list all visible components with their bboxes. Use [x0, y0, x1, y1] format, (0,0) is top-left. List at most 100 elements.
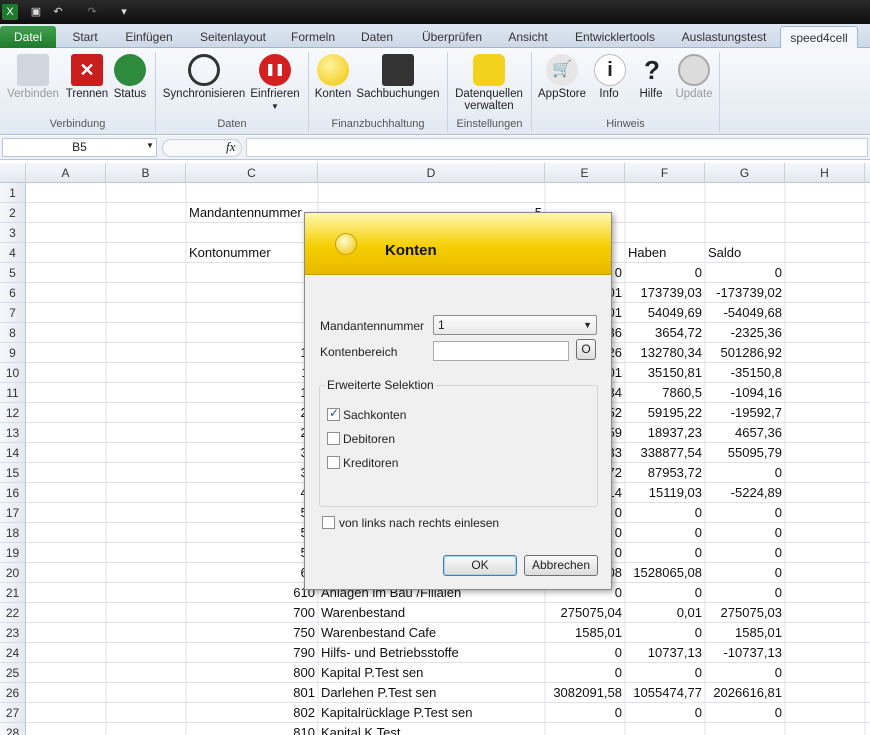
- cell-f-haben[interactable]: 132780,34: [625, 343, 705, 363]
- row-header[interactable]: 11: [0, 383, 26, 403]
- row-header[interactable]: 22: [0, 603, 26, 623]
- row-header[interactable]: 13: [0, 423, 26, 443]
- col-header-g[interactable]: G: [705, 163, 785, 183]
- row-header[interactable]: 1: [0, 183, 26, 203]
- cancel-button[interactable]: Abbrechen: [524, 555, 598, 576]
- tab-speed4cell[interactable]: speed4cell: [780, 26, 858, 49]
- row-header[interactable]: 9: [0, 343, 26, 363]
- info-button[interactable]: i Info: [594, 50, 626, 116]
- cell-f-haben[interactable]: 338877,54: [625, 443, 705, 463]
- cell-e-soll[interactable]: 1585,01: [545, 623, 625, 643]
- row-header[interactable]: 17: [0, 503, 26, 523]
- synchronisieren-button[interactable]: Synchronisieren: [162, 50, 246, 116]
- cell-c2[interactable]: Mandantennummer: [186, 203, 316, 223]
- row-header[interactable]: 7: [0, 303, 26, 323]
- select-all-corner[interactable]: [0, 163, 26, 183]
- fx-icon[interactable]: fx: [226, 139, 235, 155]
- cell-d-bezeichnung[interactable]: Darlehen P.Test sen: [318, 683, 545, 703]
- namebox-dropdown-icon[interactable]: ▼: [146, 141, 154, 150]
- links-rechts-checkbox[interactable]: [322, 516, 335, 529]
- row-header[interactable]: 14: [0, 443, 26, 463]
- row-header[interactable]: 23: [0, 623, 26, 643]
- cell-c-kontonummer[interactable]: 750: [186, 623, 318, 643]
- trennen-button[interactable]: ✕ Trennen: [64, 50, 110, 116]
- tab-ansicht[interactable]: Ansicht: [500, 28, 556, 48]
- cell-g-saldo[interactable]: 501286,92: [705, 343, 785, 363]
- cell-g-saldo[interactable]: -2325,36: [705, 323, 785, 343]
- col-header-e[interactable]: E: [545, 163, 625, 183]
- redo-icon[interactable]: ↷: [84, 4, 100, 20]
- col-header-c[interactable]: C: [186, 163, 318, 183]
- cell-c-kontonummer[interactable]: 810: [186, 723, 318, 735]
- cell-f-haben[interactable]: 3654,72: [625, 323, 705, 343]
- row-header[interactable]: 24: [0, 643, 26, 663]
- cell-g-saldo[interactable]: 0: [705, 503, 785, 523]
- cell-g-saldo[interactable]: 55095,79: [705, 443, 785, 463]
- cell-d-bezeichnung[interactable]: Hilfs- und Betriebsstoffe: [318, 643, 545, 663]
- cell-g-saldo[interactable]: 2026616,81: [705, 683, 785, 703]
- cell-c-kontonummer[interactable]: 800: [186, 663, 318, 683]
- save-icon[interactable]: ▣: [28, 4, 44, 20]
- cell-f-haben[interactable]: 1528065,08: [625, 563, 705, 583]
- tab-einfuegen[interactable]: Einfügen: [118, 28, 180, 48]
- cell-g-saldo[interactable]: 1585,01: [705, 623, 785, 643]
- cell-f-haben[interactable]: 7860,5: [625, 383, 705, 403]
- cell-e-soll[interactable]: 0: [545, 663, 625, 683]
- customize-quick-access-icon[interactable]: ▾: [116, 4, 132, 20]
- cell-f-haben[interactable]: 1055474,77: [625, 683, 705, 703]
- cell-f-haben[interactable]: 0: [625, 263, 705, 283]
- cell-g-saldo[interactable]: [705, 723, 785, 735]
- cell-f-haben[interactable]: 35150,81: [625, 363, 705, 383]
- row-header[interactable]: 27: [0, 703, 26, 723]
- appstore-button[interactable]: 🛒 AppStore: [536, 50, 588, 116]
- cell-f-haben[interactable]: 0: [625, 663, 705, 683]
- tab-entwicklertools[interactable]: Entwicklertools: [566, 28, 664, 48]
- ok-button[interactable]: OK: [443, 555, 517, 576]
- cell-g-saldo[interactable]: 0: [705, 263, 785, 283]
- debitoren-checkbox[interactable]: [327, 432, 340, 445]
- undo-icon[interactable]: ↶: [50, 4, 66, 20]
- cell-g-saldo[interactable]: 275075,03: [705, 603, 785, 623]
- tab-seitenlayout[interactable]: Seitenlayout: [192, 28, 274, 48]
- cell-d-bezeichnung[interactable]: Kapital K.Test: [318, 723, 545, 735]
- row-header[interactable]: 16: [0, 483, 26, 503]
- konten-button[interactable]: Konten: [312, 50, 354, 116]
- col-header-f[interactable]: F: [625, 163, 705, 183]
- datenquellen-verwalten-button[interactable]: Datenquellen verwalten: [450, 50, 528, 116]
- kreditoren-checkbox[interactable]: [327, 456, 340, 469]
- cell-e-soll[interactable]: 3082091,58: [545, 683, 625, 703]
- row-header[interactable]: 19: [0, 543, 26, 563]
- cell-c-kontonummer[interactable]: 700: [186, 603, 318, 623]
- row-header[interactable]: 15: [0, 463, 26, 483]
- cell-f4[interactable]: Haben: [625, 243, 705, 263]
- col-header-a[interactable]: A: [26, 163, 106, 183]
- row-header[interactable]: 28: [0, 723, 26, 735]
- cell-f-haben[interactable]: 10737,13: [625, 643, 705, 663]
- cell-f-haben[interactable]: [625, 723, 705, 735]
- cell-f-haben[interactable]: 0: [625, 503, 705, 523]
- cell-e-soll[interactable]: 275075,04: [545, 603, 625, 623]
- cell-f-haben[interactable]: 59195,22: [625, 403, 705, 423]
- row-header[interactable]: 21: [0, 583, 26, 603]
- cell-g-saldo[interactable]: 0: [705, 703, 785, 723]
- cell-g-saldo[interactable]: -19592,7: [705, 403, 785, 423]
- cell-c-kontonummer[interactable]: 790: [186, 643, 318, 663]
- cell-g-saldo[interactable]: -1094,16: [705, 383, 785, 403]
- name-box[interactable]: B5: [2, 138, 157, 157]
- tab-ueberpruefen[interactable]: Überprüfen: [412, 28, 492, 48]
- cell-f-haben[interactable]: 0: [625, 623, 705, 643]
- cell-c-kontonummer[interactable]: 801: [186, 683, 318, 703]
- cell-g-saldo[interactable]: 0: [705, 523, 785, 543]
- kontenbereich-o-button[interactable]: O: [576, 339, 596, 360]
- row-header[interactable]: 5: [0, 263, 26, 283]
- col-header-h[interactable]: H: [785, 163, 865, 183]
- cell-g-saldo[interactable]: 0: [705, 563, 785, 583]
- cell-g-saldo[interactable]: 0: [705, 463, 785, 483]
- cell-g-saldo[interactable]: -173739,02: [705, 283, 785, 303]
- cell-g-saldo[interactable]: -35150,8: [705, 363, 785, 383]
- row-header[interactable]: 4: [0, 243, 26, 263]
- row-header[interactable]: 8: [0, 323, 26, 343]
- einfrieren-button[interactable]: ❚❚ Einfrieren ▼: [248, 50, 302, 116]
- tab-formeln[interactable]: Formeln: [284, 28, 342, 48]
- row-header[interactable]: 3: [0, 223, 26, 243]
